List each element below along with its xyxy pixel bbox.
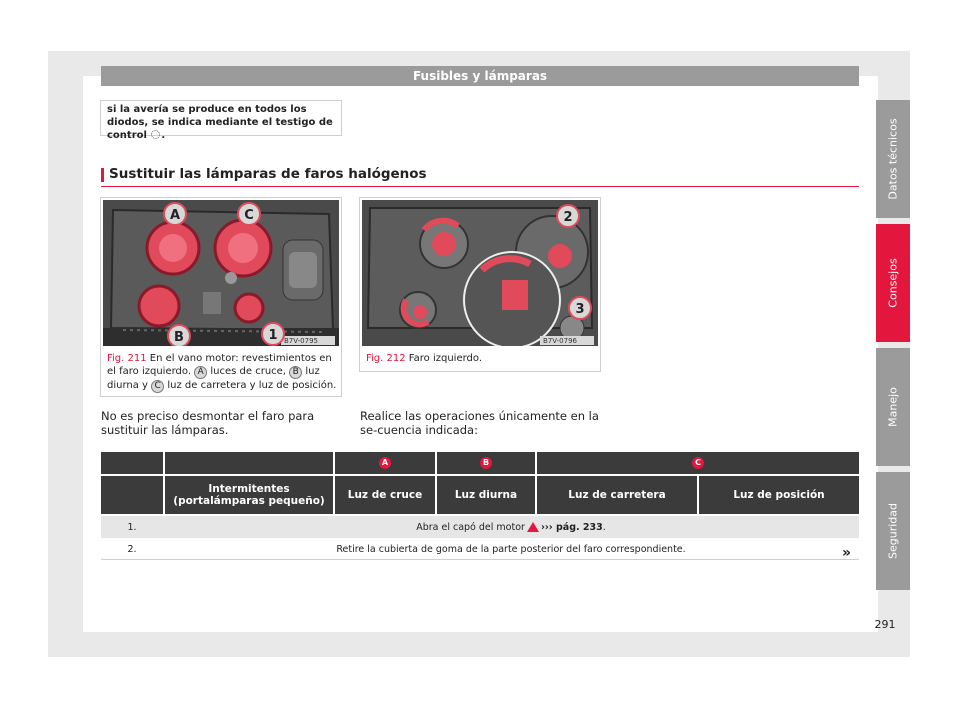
table-row: 1. Abra el capó del motor ››› pág. 233.	[101, 516, 859, 538]
group-c-badge: C	[692, 457, 704, 469]
col-header: Luz diurna	[435, 476, 535, 514]
step-number: 1.	[127, 521, 137, 533]
page-number: 291	[874, 618, 896, 631]
body-text-left: No es preciso desmontar el faro para sus…	[101, 409, 315, 437]
callout-a: A	[170, 208, 180, 223]
figure-number: Fig. 211	[107, 353, 147, 364]
label-c-badge: C	[151, 380, 165, 393]
side-tab-seguridad[interactable]: Seguridad	[876, 472, 910, 590]
figure-number: Fig. 212	[366, 353, 406, 364]
note-text: si la avería se produce en todos los dio…	[107, 104, 333, 141]
table-row: 2. Retire la cubierta de goma de la part…	[101, 540, 859, 560]
label-b-badge: B	[289, 366, 303, 379]
col-header: Intermitentes (portalámparas pequeño)	[163, 476, 333, 514]
headlight-rear-image: B7V-0796 2 3	[362, 200, 598, 346]
figure-211: B7V-0795 A C B 1 Fig. 211 En el vano mot…	[100, 197, 342, 397]
note-box: si la avería se produce en todos los dio…	[100, 100, 342, 141]
table-group-header: A B C	[101, 452, 859, 474]
section-title: Sustituir las lámparas de faros halógeno…	[109, 166, 427, 182]
figure-code: B7V-0795	[284, 337, 318, 345]
body-text-right: Realice las operaciones únicamente en la…	[360, 409, 599, 437]
side-tab-datos-tecnicos[interactable]: Datos técnicos	[876, 100, 910, 218]
callout-1: 1	[268, 328, 277, 343]
step-number: 2.	[127, 544, 137, 555]
figure-caption: Fig. 212 Faro izquierdo.	[366, 353, 482, 364]
side-tab-manejo[interactable]: Manejo	[876, 348, 910, 466]
callout-c: C	[244, 208, 254, 223]
control-light-icon	[151, 130, 161, 139]
callout-b: B	[174, 330, 184, 345]
side-tab-consejos[interactable]: Consejos	[876, 224, 910, 342]
step-text: Abra el capó del motor	[416, 521, 525, 533]
note-text-end: .	[161, 130, 166, 141]
step-text: Retire la cubierta de goma de la parte p…	[336, 544, 686, 555]
callout-2: 2	[563, 210, 572, 225]
label-a-badge: A	[194, 366, 208, 379]
callout-3: 3	[575, 302, 584, 317]
col-header: Luz de posición	[697, 476, 859, 514]
col-header: Luz de carretera	[535, 476, 697, 514]
headlight-engine-bay-image: B7V-0795 A C B 1	[103, 200, 339, 346]
group-b-badge: B	[480, 457, 492, 469]
warning-triangle-icon	[526, 522, 539, 532]
section-rule	[101, 186, 859, 187]
table-column-header: Intermitentes (portalámparas pequeño) Lu…	[101, 476, 859, 514]
page-header: Fusibles y lámparas	[101, 66, 859, 86]
figure-code: B7V-0796	[543, 337, 578, 345]
continue-mark: »	[842, 545, 852, 561]
col-header: Luz de cruce	[333, 476, 435, 514]
group-a-badge: A	[379, 457, 391, 469]
page-reference: ››› pág. 233	[540, 521, 603, 533]
figure-caption: Fig. 211 En el vano motor: revestimiento…	[107, 353, 337, 393]
figure-212: B7V-0796 2 3 Fig. 212 Faro izquierdo.	[359, 197, 601, 372]
